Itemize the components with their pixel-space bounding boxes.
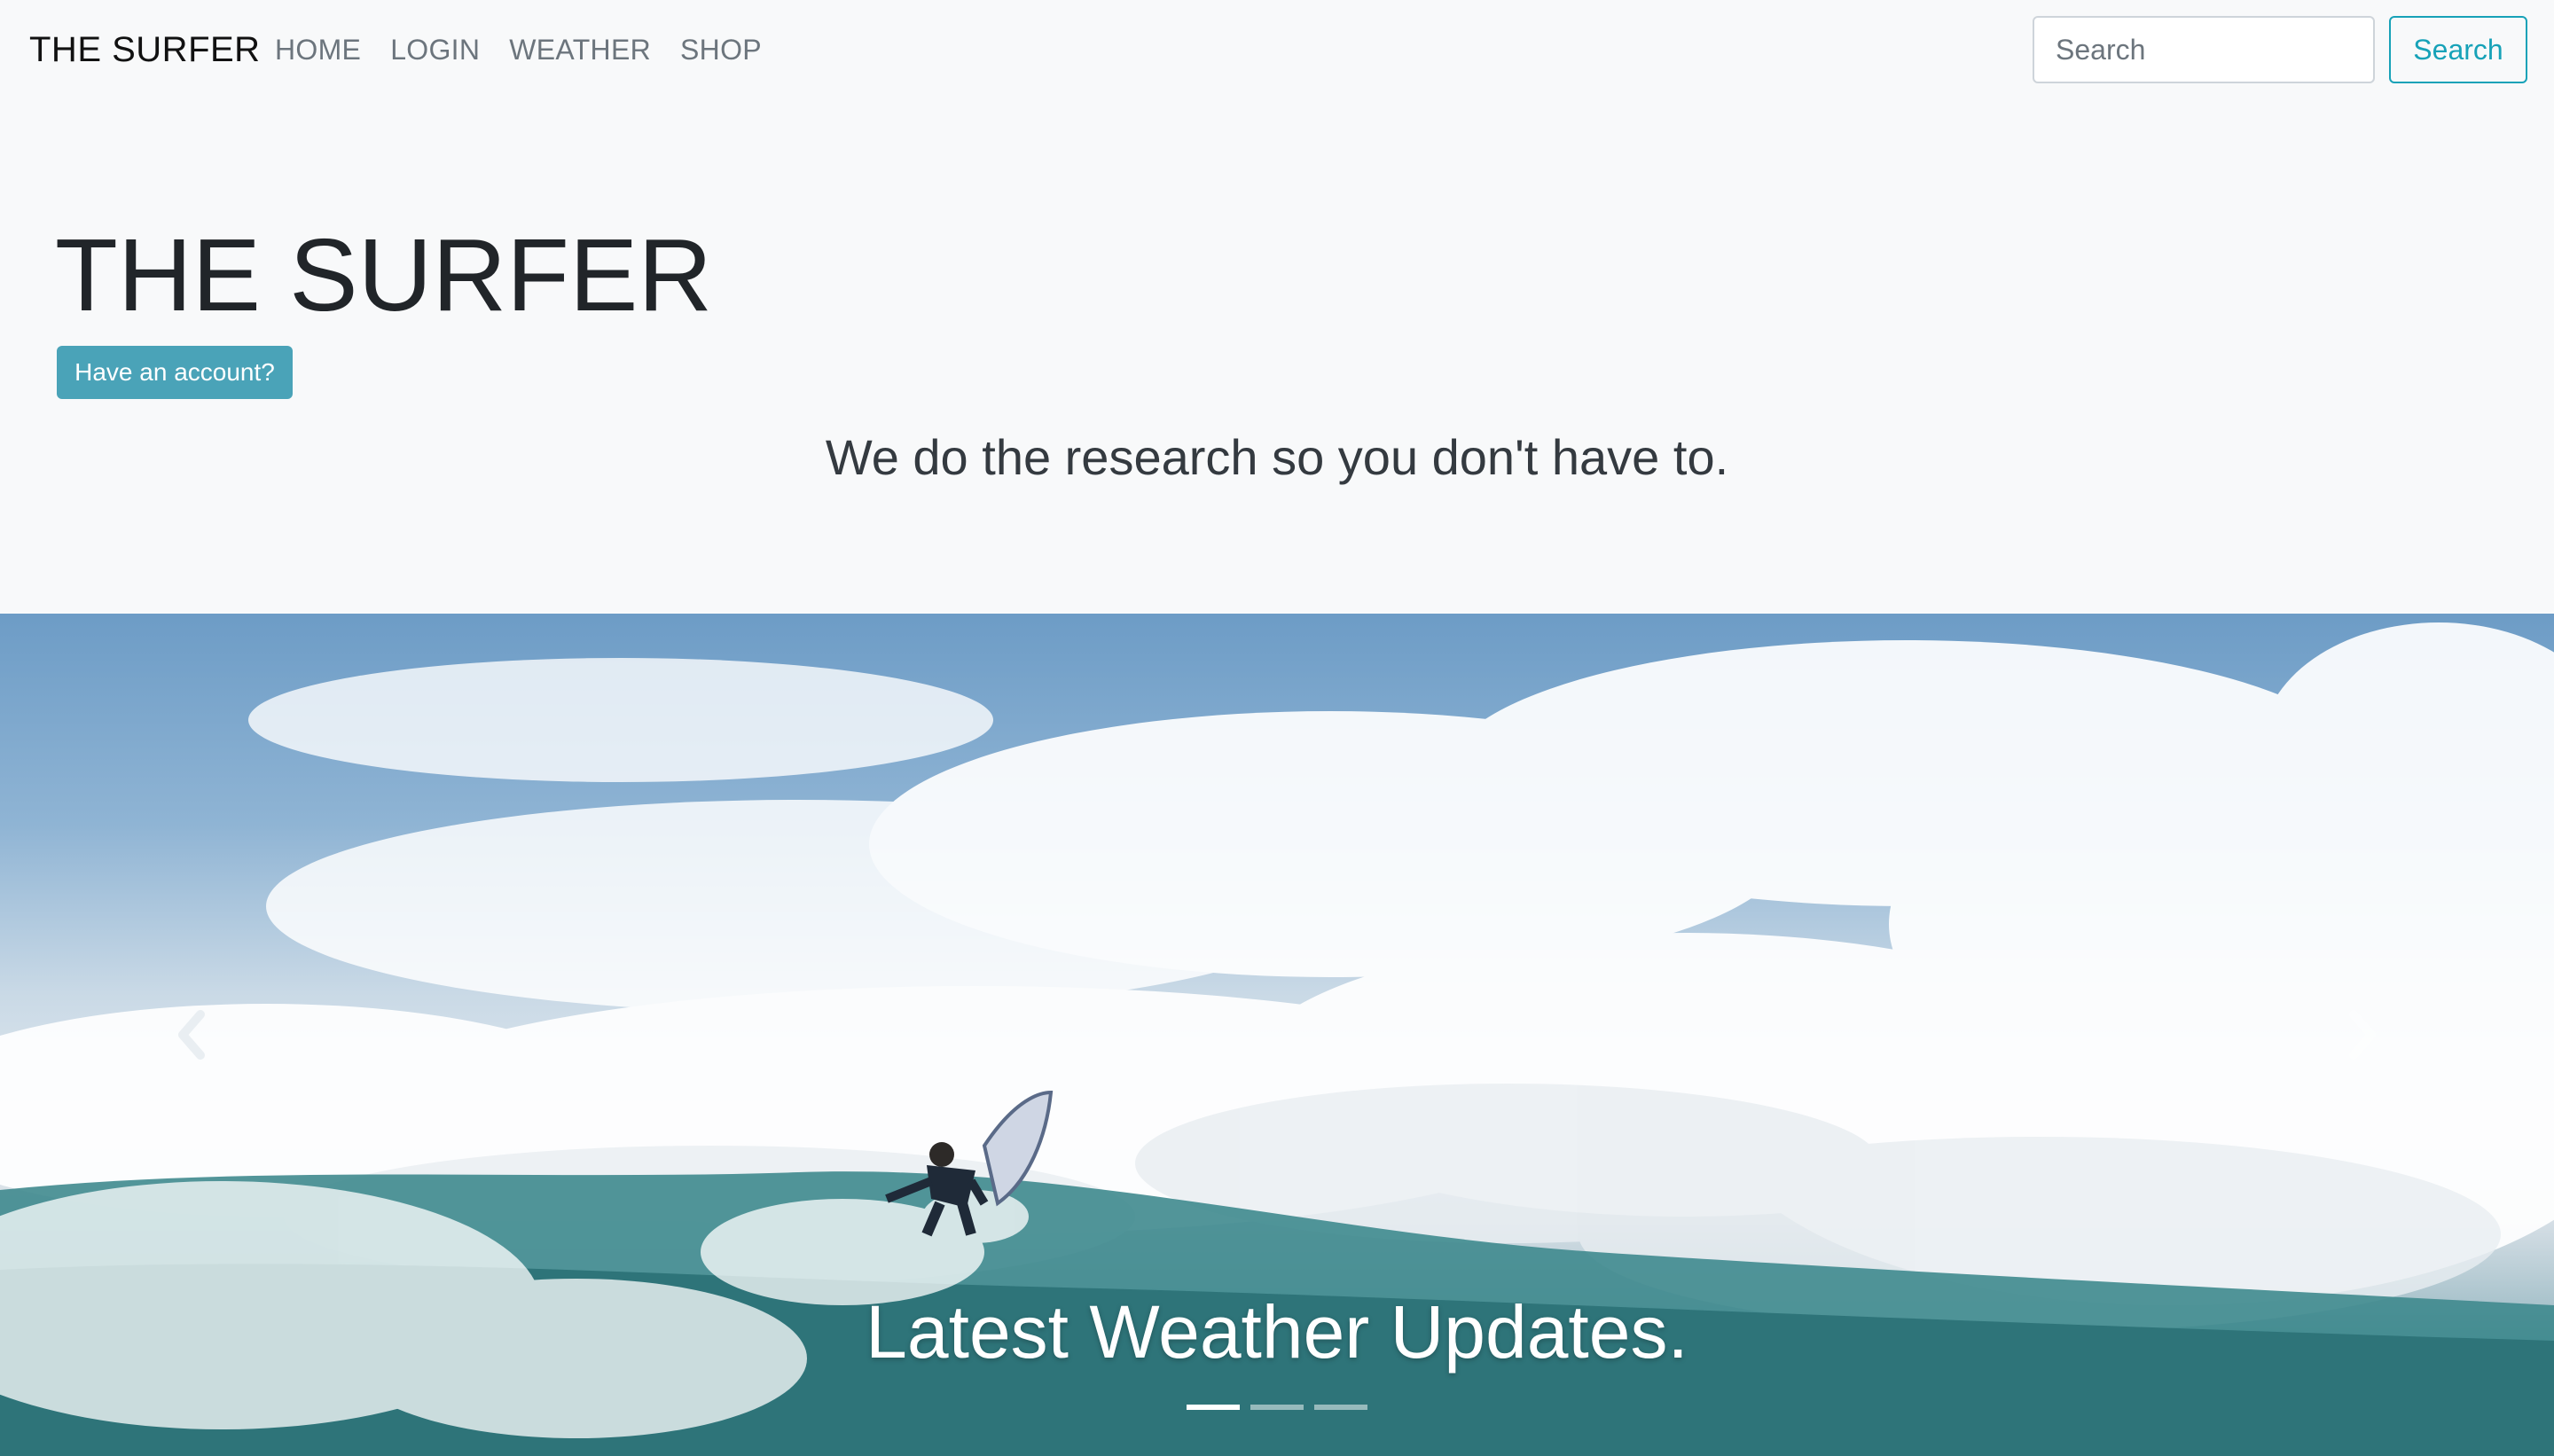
hero-title: THE SURFER [55,217,713,333]
chevron-right-icon [2349,1010,2376,1060]
search-button[interactable]: Search [2389,16,2527,83]
have-account-button[interactable]: Have an account? [57,346,293,399]
carousel-caption: Latest Weather Updates. [866,1290,1688,1374]
carousel-indicators [0,1405,2554,1410]
nav-link-shop[interactable]: SHOP [680,28,762,71]
chevron-left-icon [178,1010,205,1060]
carousel: Latest Weather Updates. [0,614,2554,1456]
nav-link-home[interactable]: HOME [275,28,361,71]
navbar-brand[interactable]: THE SURFER [29,27,261,73]
nav-link-login[interactable]: LOGIN [390,28,480,71]
carousel-indicator-2[interactable] [1250,1405,1304,1410]
carousel-indicator-1[interactable] [1187,1405,1240,1410]
nav-link-weather[interactable]: WEATHER [509,28,651,71]
hero-tagline: We do the research so you don't have to. [825,429,1729,485]
carousel-next-button[interactable] [2341,1004,2386,1066]
carousel-prev-button[interactable] [168,1004,213,1066]
carousel-indicator-3[interactable] [1314,1405,1367,1410]
search-input[interactable] [2033,16,2375,83]
nav-links: HOME LOGIN WEATHER SHOP [275,28,791,71]
navbar: THE SURFER HOME LOGIN WEATHER SHOP Searc… [0,0,2554,99]
